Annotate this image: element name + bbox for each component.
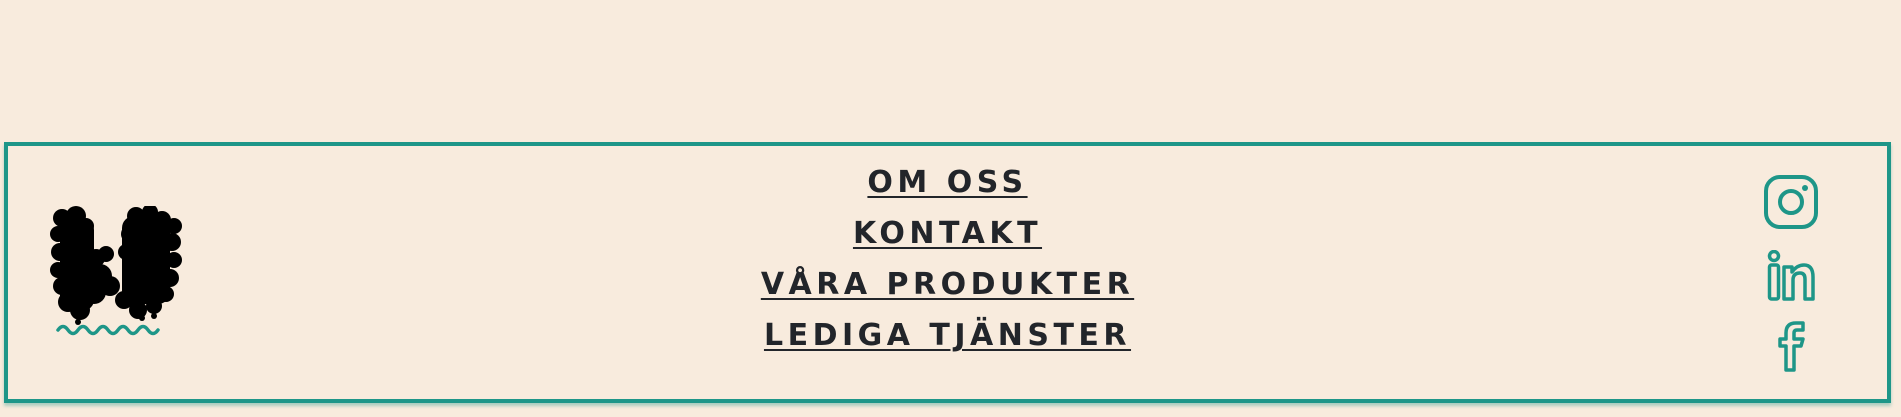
- nav-link-om-oss[interactable]: OM OSS: [867, 168, 1027, 198]
- linkedin-icon[interactable]: [1767, 249, 1815, 306]
- site-footer: OM OSS KONTAKT VÅRA PRODUKTER LEDIGA TJÄ…: [4, 142, 1891, 403]
- nav-link-kontakt[interactable]: KONTAKT: [853, 219, 1042, 249]
- page: OM OSS KONTAKT VÅRA PRODUKTER LEDIGA TJÄ…: [0, 0, 1901, 417]
- footer-nav: OM OSS KONTAKT VÅRA PRODUKTER LEDIGA TJÄ…: [8, 168, 1887, 372]
- nav-link-vara-produkter[interactable]: VÅRA PRODUKTER: [761, 270, 1134, 300]
- instagram-icon[interactable]: [1763, 174, 1819, 234]
- facebook-icon[interactable]: [1776, 320, 1806, 376]
- social-links: [1763, 174, 1819, 376]
- nav-link-lediga-tjanster[interactable]: LEDIGA TJÄNSTER: [764, 321, 1131, 351]
